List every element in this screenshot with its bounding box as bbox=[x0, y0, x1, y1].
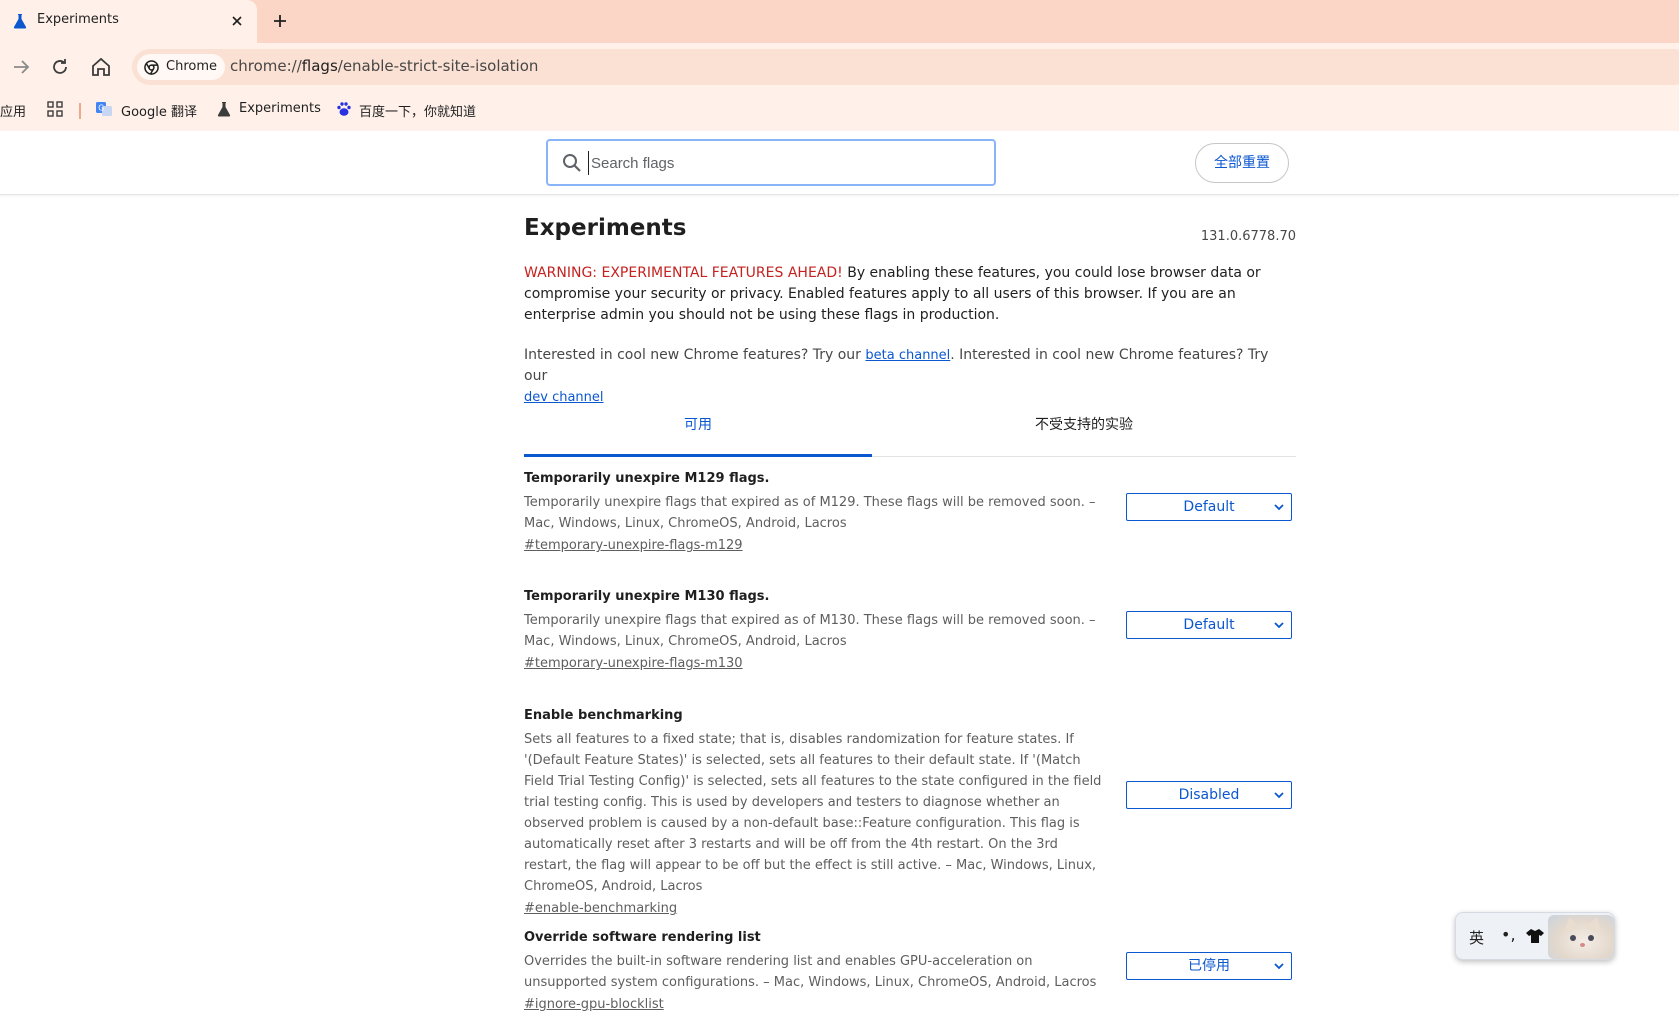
page-title: Experiments bbox=[524, 215, 687, 241]
tab-title: Experiments bbox=[37, 12, 119, 27]
address-bar[interactable]: Chrome chrome://flags/enable-strict-site… bbox=[132, 49, 1679, 85]
flag-permalink[interactable]: #enable-benchmarking bbox=[524, 899, 677, 919]
tab-strip: Experiments bbox=[0, 0, 1679, 43]
chip-label: Chrome bbox=[166, 59, 217, 74]
bookmarks-bar: 应用 G Google 翻译 Experiments 百度一下，你就知道 bbox=[0, 91, 1679, 131]
flag-description: Temporarily unexpire flags that expired … bbox=[524, 613, 1096, 649]
flag-description: Overrides the built-in software renderin… bbox=[524, 954, 1097, 990]
flag-name: Temporarily unexpire M130 flags. bbox=[524, 589, 770, 604]
reset-all-button[interactable]: 全部重置 bbox=[1195, 143, 1289, 183]
flag-name: Temporarily unexpire M129 flags. bbox=[524, 471, 770, 486]
flag-select-value: 已停用 bbox=[1188, 958, 1230, 974]
chevron-down-icon bbox=[1274, 622, 1284, 629]
ime-language-toggle[interactable]: 英 bbox=[1469, 927, 1484, 948]
url-text[interactable]: chrome://flags/enable-strict-site-isolat… bbox=[230, 57, 538, 75]
flag-item: Override software rendering list Overrid… bbox=[524, 927, 1296, 1015]
flag-select-value: Default bbox=[1183, 617, 1235, 633]
ime-toolbar[interactable]: 英 •, bbox=[1455, 912, 1615, 960]
flag-item: Enable benchmarking Sets all features to… bbox=[524, 705, 1296, 919]
flag-name: Enable benchmarking bbox=[524, 708, 683, 723]
flag-description: Temporarily unexpire flags that expired … bbox=[524, 495, 1096, 531]
flag-select[interactable]: Default bbox=[1126, 493, 1292, 521]
channel-promo: Interested in cool new Chrome features? … bbox=[524, 347, 1269, 405]
bookmark-google-translate[interactable]: Google 翻译 bbox=[121, 101, 197, 120]
flag-select-value: Disabled bbox=[1178, 787, 1240, 803]
version-label: 131.0.6778.70 bbox=[1200, 229, 1296, 244]
apps-grid-icon[interactable] bbox=[47, 101, 63, 117]
cat-mascot-image bbox=[1548, 915, 1614, 959]
flag-item: Temporarily unexpire M130 flags. Tempora… bbox=[524, 586, 1296, 674]
flag-permalink[interactable]: #temporary-unexpire-flags-m130 bbox=[524, 654, 743, 674]
svg-text:G: G bbox=[98, 104, 104, 113]
flag-select[interactable]: 已停用 bbox=[1126, 952, 1292, 980]
search-input[interactable] bbox=[588, 151, 978, 175]
chevron-down-icon bbox=[1274, 504, 1284, 511]
flag-permalink[interactable]: #ignore-gpu-blocklist bbox=[524, 995, 664, 1015]
flag-tabs: 可用 不受支持的实验 bbox=[524, 407, 1296, 457]
baidu-paw-icon bbox=[337, 102, 351, 116]
close-icon[interactable] bbox=[228, 12, 246, 30]
flask-icon bbox=[13, 14, 27, 29]
bookmark-separator bbox=[79, 103, 81, 119]
ime-punctuation-toggle[interactable]: •, bbox=[1501, 925, 1516, 944]
shirt-icon[interactable] bbox=[1526, 928, 1544, 944]
flag-select[interactable]: Disabled bbox=[1126, 781, 1292, 809]
flags-header: 全部重置 bbox=[0, 131, 1679, 195]
new-tab-plus-icon[interactable] bbox=[270, 11, 290, 31]
reload-icon[interactable] bbox=[48, 55, 72, 79]
flag-name: Override software rendering list bbox=[524, 930, 761, 945]
flag-select[interactable]: Default bbox=[1126, 611, 1292, 639]
chevron-down-icon bbox=[1274, 792, 1284, 799]
google-translate-icon: G bbox=[96, 102, 112, 116]
forward-arrow-icon[interactable] bbox=[9, 55, 33, 79]
site-info-chip[interactable]: Chrome bbox=[137, 54, 225, 80]
flag-permalink[interactable]: #temporary-unexpire-flags-m129 bbox=[524, 536, 743, 556]
browser-toolbar: Chrome chrome://flags/enable-strict-site… bbox=[0, 43, 1679, 91]
flag-select-value: Default bbox=[1183, 499, 1235, 515]
bookmark-experiments[interactable]: Experiments bbox=[239, 101, 321, 116]
beta-channel-link[interactable]: beta channel bbox=[865, 348, 950, 363]
chevron-down-icon bbox=[1274, 963, 1284, 970]
chrome-logo-icon bbox=[144, 60, 159, 75]
dev-channel-link[interactable]: dev channel bbox=[524, 390, 604, 405]
bookmark-apps[interactable]: 应用 bbox=[0, 101, 26, 120]
home-icon[interactable] bbox=[89, 55, 113, 79]
tab-available[interactable]: 可用 bbox=[524, 407, 872, 457]
flag-item: Temporarily unexpire M129 flags. Tempora… bbox=[524, 468, 1296, 556]
flask-icon bbox=[217, 102, 231, 117]
warning-heading: WARNING: EXPERIMENTAL FEATURES AHEAD! bbox=[524, 265, 843, 281]
flag-description: Sets all features to a fixed state; that… bbox=[524, 732, 1102, 894]
tab-unavailable[interactable]: 不受支持的实验 bbox=[872, 407, 1296, 457]
search-box[interactable] bbox=[546, 139, 996, 186]
bookmark-baidu[interactable]: 百度一下，你就知道 bbox=[359, 101, 476, 120]
search-icon bbox=[563, 154, 581, 172]
tab-experiments[interactable]: Experiments bbox=[0, 0, 257, 43]
warning-text: WARNING: EXPERIMENTAL FEATURES AHEAD! By… bbox=[524, 265, 1261, 323]
